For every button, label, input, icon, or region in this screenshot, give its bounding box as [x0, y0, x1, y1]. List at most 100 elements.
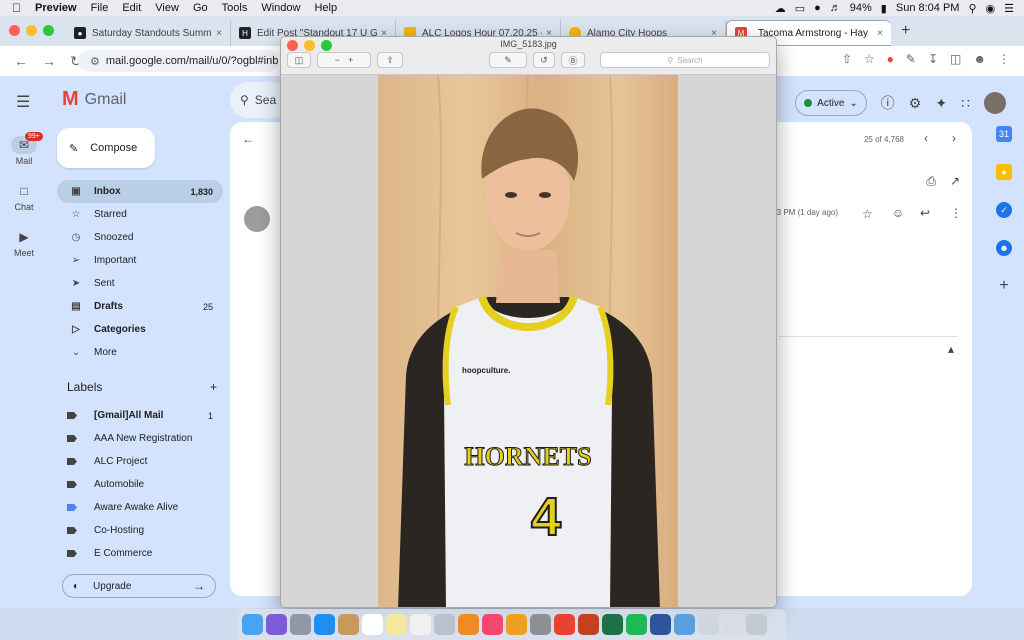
notes-icon[interactable]	[338, 614, 359, 635]
emoji-icon[interactable]: ☺	[892, 206, 904, 220]
folder-sent[interactable]: ➤ Sent	[57, 272, 223, 295]
help-icon[interactable]: ⓘ	[881, 93, 895, 113]
contacts-icon[interactable]: ☻	[996, 240, 1012, 256]
stickies-icon[interactable]	[386, 614, 407, 635]
chrome-icon[interactable]	[554, 614, 575, 635]
apple-icon[interactable]: 	[12, 1, 21, 15]
status-selector[interactable]: Active ⌄	[795, 90, 867, 116]
minimized-preview-icon[interactable]	[698, 614, 719, 635]
label-item[interactable]: E Commerce	[57, 542, 223, 565]
apps-grid-icon[interactable]: ∷	[961, 95, 970, 112]
clock[interactable]: Sun 8:04 PM	[896, 2, 960, 14]
finder-icon[interactable]	[242, 614, 263, 635]
rotate-icon[interactable]: ↺	[533, 52, 555, 68]
back-to-inbox-icon[interactable]: ←	[242, 132, 254, 146]
add-label-icon[interactable]: +	[210, 380, 217, 394]
add-to-drive-icon[interactable]: ▴	[948, 342, 954, 356]
label-item[interactable]: ALC Project	[57, 450, 223, 473]
safari-icon[interactable]	[314, 614, 335, 635]
label-item[interactable]: [Gmail]All Mail 1	[57, 404, 223, 427]
menu-view[interactable]: View	[155, 2, 179, 14]
tasks-icon[interactable]: ✓	[996, 202, 1012, 218]
menu-app-name[interactable]: Preview	[35, 2, 77, 14]
menu-go[interactable]: Go	[193, 2, 208, 14]
rail-meet[interactable]: ▶ Meet	[0, 228, 48, 258]
avatar[interactable]	[984, 92, 1006, 114]
search-icon[interactable]: ⚲	[240, 93, 249, 107]
rail-mail[interactable]: ✉ 99+ Mail	[0, 132, 48, 166]
folder-categories[interactable]: ▷ Categories	[57, 318, 223, 341]
compose-button[interactable]: ✎ Compose	[57, 128, 155, 168]
display-icon[interactable]: ▭	[795, 2, 805, 15]
sidepanel-icon[interactable]: ◫	[950, 52, 961, 66]
word-icon[interactable]	[650, 614, 671, 635]
volume-icon[interactable]: ♬	[830, 2, 841, 14]
preview-filename[interactable]: IMG_5183.jpg	[281, 39, 776, 49]
sender-avatar[interactable]	[244, 206, 270, 232]
gear-icon[interactable]: ⚙	[909, 95, 922, 112]
upgrade-button[interactable]: ◐ Upgrade →	[62, 574, 216, 598]
share-icon[interactable]: ⇧	[842, 52, 852, 66]
siri-icon[interactable]: ◉	[986, 2, 996, 15]
site-info-icon[interactable]: ⚙	[90, 55, 100, 68]
wifi-icon[interactable]: ●	[814, 2, 821, 14]
markup-pen-icon[interactable]: ✎	[489, 52, 527, 68]
spotlight-icon[interactable]: ⚲	[968, 2, 976, 15]
menu-file[interactable]: File	[91, 2, 109, 14]
forward-icon[interactable]: →	[42, 53, 56, 69]
zoom-out-icon[interactable]: −	[335, 55, 340, 65]
battery-percent[interactable]: 94%	[850, 2, 872, 14]
keep-icon[interactable]: ●	[996, 164, 1012, 180]
creative-cloud-icon[interactable]: ☁	[775, 2, 786, 15]
gmail-logo[interactable]: M Gmail	[62, 88, 126, 111]
powerpoint-icon[interactable]	[578, 614, 599, 635]
photos-icon[interactable]	[458, 614, 479, 635]
system-settings-icon[interactable]	[530, 614, 551, 635]
zoom-in-icon[interactable]: +	[348, 55, 353, 65]
share-icon[interactable]: ⇧	[377, 52, 403, 68]
address-bar[interactable]: ⚙ mail.google.com/mail/u/0/?ogbl#inbox/	[78, 50, 278, 72]
siri-icon[interactable]	[266, 614, 287, 635]
menu-edit[interactable]: Edit	[122, 2, 141, 14]
reminders-icon[interactable]	[410, 614, 431, 635]
folder-drafts[interactable]: ▤ Drafts 25	[57, 295, 223, 318]
extensions-icon[interactable]: ✎	[906, 52, 916, 66]
download-icon[interactable]: ↧	[928, 52, 938, 66]
back-icon[interactable]: ←	[14, 53, 28, 69]
folder-important[interactable]: ➢ Important	[57, 249, 223, 272]
folder-starred[interactable]: ☆ Starred	[57, 203, 223, 226]
sidebar-toggle-icon[interactable]: ◫	[287, 52, 311, 68]
close-window-button[interactable]	[9, 25, 20, 36]
open-in-new-icon[interactable]: ↗	[950, 174, 960, 188]
calendar-icon[interactable]: 31	[996, 126, 1012, 142]
calendar-icon[interactable]	[362, 614, 383, 635]
rail-chat[interactable]: □ Chat	[0, 182, 48, 212]
minimize-window-button[interactable]	[26, 25, 37, 36]
close-tab-icon[interactable]: ×	[877, 28, 883, 39]
preview-app-icon[interactable]	[434, 614, 455, 635]
print-icon[interactable]: ⎙	[926, 174, 936, 189]
label-item[interactable]: Aware Awake Alive	[57, 496, 223, 519]
excel-icon[interactable]	[602, 614, 623, 635]
menu-tools[interactable]: Tools	[222, 2, 248, 14]
label-item[interactable]: Automobile	[57, 473, 223, 496]
launchpad-icon[interactable]	[290, 614, 311, 635]
menu-help[interactable]: Help	[314, 2, 337, 14]
older-icon[interactable]: ›	[952, 131, 956, 145]
preview-search[interactable]: ⚲ Search	[600, 52, 770, 68]
profile-icon[interactable]: ☻	[973, 52, 986, 66]
folder-snoozed[interactable]: ◷ Snoozed	[57, 226, 223, 249]
help-icon[interactable]	[722, 614, 743, 635]
star-icon[interactable]: ☆	[862, 207, 873, 221]
reply-icon[interactable]: ↩	[920, 206, 930, 220]
folder-inbox[interactable]: ▣ Inbox 1,830	[57, 180, 223, 203]
new-tab-icon[interactable]: +	[901, 22, 910, 40]
battery-icon[interactable]: ▮	[881, 2, 887, 15]
browser-menu-icon[interactable]: ⋮	[998, 52, 1010, 66]
markup-toolbar-icon[interactable]: Ⓑ	[561, 52, 585, 68]
label-item[interactable]: Co-Hosting	[57, 519, 223, 542]
zoom-window-button[interactable]	[43, 25, 54, 36]
folder-more[interactable]: ⌄ More	[57, 341, 223, 364]
browser-tab[interactable]: ● Saturday Standouts Summer J ×	[66, 20, 231, 46]
newer-icon[interactable]: ‹	[924, 131, 928, 145]
